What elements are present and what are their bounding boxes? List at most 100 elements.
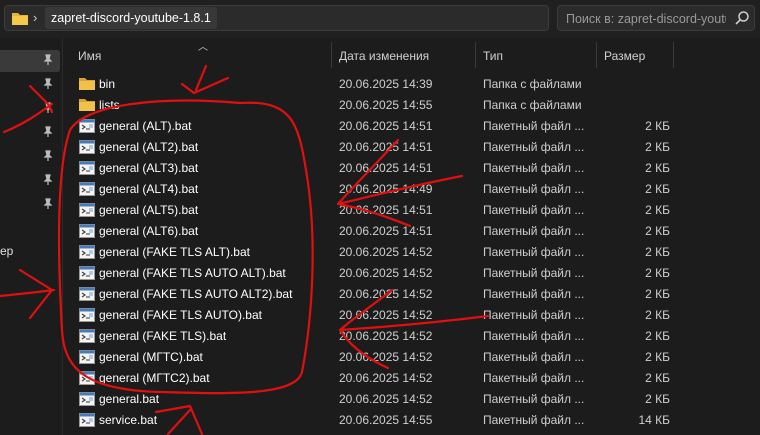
file-size: 2 КБ	[645, 266, 670, 280]
file-row[interactable]: general.bat 20.06.2025 14:52 Пакетный фа…	[62, 389, 760, 410]
file-size: 2 КБ	[645, 203, 670, 217]
chevron-right-icon[interactable]: ›	[33, 10, 37, 25]
file-type: Пакетный файл ...	[483, 287, 585, 301]
file-type: Пакетный файл ...	[483, 119, 585, 133]
batch-file-icon	[79, 371, 95, 388]
column-divider[interactable]	[673, 42, 674, 68]
file-row[interactable]: general (ALT4).bat 20.06.2025 14:49 Паке…	[62, 179, 760, 200]
batch-file-icon	[79, 140, 95, 157]
file-size: 2 КБ	[645, 224, 670, 238]
breadcrumb-current-folder[interactable]: zapret-discord-youtube-1.8.1	[45, 7, 217, 29]
file-date-modified: 20.06.2025 14:51	[339, 203, 433, 217]
column-size[interactable]: Размер	[604, 49, 645, 63]
file-size: 2 КБ	[645, 287, 670, 301]
file-type: Пакетный файл ...	[483, 329, 585, 343]
file-name: general (ALT3).bat	[99, 161, 199, 175]
batch-file-icon	[79, 329, 95, 346]
file-row[interactable]: general (FAKE TLS AUTO ALT).bat 20.06.20…	[62, 263, 760, 284]
batch-file-icon	[79, 413, 95, 430]
file-name: general (ALT6).bat	[99, 224, 199, 238]
file-date-modified: 20.06.2025 14:51	[339, 224, 433, 238]
column-type[interactable]: Тип	[483, 49, 503, 63]
file-name: general (ALT2).bat	[99, 140, 199, 154]
column-header: ︿ Имя Дата изменения Тип Размер	[62, 38, 760, 74]
file-row[interactable]: bin 20.06.2025 14:39 Папка с файлами	[62, 74, 760, 95]
file-size: 2 КБ	[645, 119, 670, 133]
search-input[interactable]	[564, 9, 728, 29]
file-row[interactable]: general (FAKE TLS).bat 20.06.2025 14:52 …	[62, 326, 760, 347]
folder-icon	[11, 11, 29, 29]
file-row[interactable]: general (ALT2).bat 20.06.2025 14:51 Паке…	[62, 137, 760, 158]
column-date[interactable]: Дата изменения	[339, 49, 429, 63]
batch-file-icon	[79, 308, 95, 325]
file-type: Пакетный файл ...	[483, 245, 585, 259]
file-size: 2 КБ	[645, 329, 670, 343]
column-divider[interactable]	[331, 42, 332, 68]
file-row[interactable]: general (ALT).bat 20.06.2025 14:51 Пакет…	[62, 116, 760, 137]
file-type: Пакетный файл ...	[483, 182, 585, 196]
pin-icon[interactable]	[42, 78, 54, 93]
file-name: general (FAKE TLS ALT).bat	[99, 245, 250, 259]
address-bar[interactable]: › zapret-discord-youtube-1.8.1	[4, 5, 549, 31]
search-icon[interactable]	[734, 10, 750, 29]
file-size: 2 КБ	[645, 245, 670, 259]
pin-icon[interactable]	[42, 102, 54, 117]
file-row[interactable]: general (ALT6).bat 20.06.2025 14:51 Паке…	[62, 221, 760, 242]
file-size: 2 КБ	[645, 140, 670, 154]
file-name: general (ALT).bat	[99, 119, 192, 133]
file-name: general (FAKE TLS AUTO).bat	[99, 308, 262, 322]
address-toolbar: › zapret-discord-youtube-1.8.1	[0, 0, 760, 38]
file-type: Пакетный файл ...	[483, 413, 585, 427]
file-row[interactable]: general (FAKE TLS AUTO).bat 20.06.2025 1…	[62, 305, 760, 326]
file-type: Пакетный файл ...	[483, 308, 585, 322]
batch-file-icon	[79, 203, 95, 220]
file-date-modified: 20.06.2025 14:55	[339, 413, 433, 427]
batch-file-icon	[79, 119, 95, 136]
file-size: 2 КБ	[645, 392, 670, 406]
file-name: general (ALT5).bat	[99, 203, 199, 217]
column-name[interactable]: Имя	[78, 49, 101, 63]
file-date-modified: 20.06.2025 14:55	[339, 98, 433, 112]
column-divider[interactable]	[475, 42, 476, 68]
file-row[interactable]: general (МГТС2).bat 20.06.2025 14:52 Пак…	[62, 368, 760, 389]
file-date-modified: 20.06.2025 14:51	[339, 119, 433, 133]
file-name: general (ALT4).bat	[99, 182, 199, 196]
file-name: general (FAKE TLS AUTO ALT2).bat	[99, 287, 293, 301]
pin-icon[interactable]	[42, 198, 54, 213]
file-row[interactable]: lists 20.06.2025 14:55 Папка с файлами	[62, 95, 760, 116]
file-row[interactable]: service.bat 20.06.2025 14:55 Пакетный фа…	[62, 410, 760, 431]
file-date-modified: 20.06.2025 14:52	[339, 287, 433, 301]
file-type: Пакетный файл ...	[483, 161, 585, 175]
file-date-modified: 20.06.2025 14:51	[339, 140, 433, 154]
file-date-modified: 20.06.2025 14:51	[339, 161, 433, 175]
file-size: 14 КБ	[638, 413, 670, 427]
file-date-modified: 20.06.2025 14:52	[339, 266, 433, 280]
search-box[interactable]	[557, 5, 755, 31]
file-size: 2 КБ	[645, 161, 670, 175]
file-name: general (МГТС).bat	[99, 350, 203, 364]
nav-item-partial-label[interactable]: ер	[0, 244, 13, 258]
file-date-modified: 20.06.2025 14:52	[339, 392, 433, 406]
file-row[interactable]: general (FAKE TLS ALT).bat 20.06.2025 14…	[62, 242, 760, 263]
column-divider[interactable]	[596, 42, 597, 68]
file-name: service.bat	[99, 413, 158, 427]
file-type: Пакетный файл ...	[483, 350, 585, 364]
file-row[interactable]: general (ALT3).bat 20.06.2025 14:51 Паке…	[62, 158, 760, 179]
file-type: Пакетный файл ...	[483, 224, 585, 238]
pin-icon[interactable]	[42, 54, 54, 69]
file-row[interactable]: general (FAKE TLS AUTO ALT2).bat 20.06.2…	[62, 284, 760, 305]
file-size: 2 КБ	[645, 308, 670, 322]
file-row[interactable]: general (ALT5).bat 20.06.2025 14:51 Паке…	[62, 200, 760, 221]
pin-icon[interactable]	[42, 150, 54, 165]
sort-ascending-icon: ︿	[198, 42, 208, 53]
file-row[interactable]: general (МГТС).bat 20.06.2025 14:52 Паке…	[62, 347, 760, 368]
batch-file-icon	[79, 245, 95, 262]
file-date-modified: 20.06.2025 14:52	[339, 308, 433, 322]
file-type: Пакетный файл ...	[483, 392, 585, 406]
batch-file-icon	[79, 392, 95, 409]
pin-icon[interactable]	[42, 126, 54, 141]
file-size: 2 КБ	[645, 350, 670, 364]
file-date-modified: 20.06.2025 14:52	[339, 371, 433, 385]
file-name: general (FAKE TLS).bat	[99, 329, 227, 343]
pin-icon[interactable]	[42, 174, 54, 189]
